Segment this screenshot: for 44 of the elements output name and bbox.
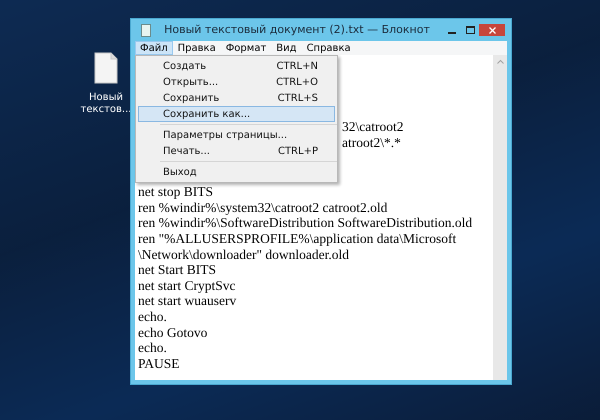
menu-item[interactable]: Сохранить CTRL+S: [138, 90, 335, 106]
text-line: net start CryptSvc: [138, 278, 236, 294]
menu-item-label: Сохранить: [163, 92, 220, 106]
text-line: echo.: [138, 308, 168, 325]
text-file-icon[interactable]: [94, 52, 118, 84]
text-line: ren "%ALLUSERSPROFILE%\application data\Microsoft: [138, 230, 458, 247]
menu-item-label: Открыть...: [163, 76, 220, 90]
menu-item-label: Создать: [163, 60, 208, 74]
text-line: atroot2\*.*: [342, 134, 402, 150]
text-line: net Start BITS: [138, 262, 217, 278]
menu-item[interactable]: Сохранить как...: [138, 106, 335, 122]
text-line: ren %windir%\system32\catroot2 catroot2.old: [138, 200, 388, 216]
text-line: echo.: [138, 340, 168, 356]
menu-item[interactable]: Создать CTRL+N: [138, 58, 335, 74]
menu-item-label: Печать...: [163, 144, 211, 158]
shortcut-label: CTRL+P: [278, 144, 318, 158]
menu-item-label: Параметры страницы...: [163, 128, 288, 142]
menu-bar-item[interactable]: Справка: [302, 41, 356, 55]
text-line: ren %windir%\SoftwareDistribution SoftwareDistribution.old: [138, 215, 474, 231]
menu-bar-item[interactable]: Формат: [220, 41, 272, 55]
menu-item[interactable]: Печать... CTRL+P: [138, 143, 335, 159]
menu-item[interactable]: Открыть... CTRL+O: [138, 74, 335, 90]
text-line: 32\catroot2: [342, 119, 404, 135]
text-line: net stop BITS: [138, 184, 214, 200]
menu-bar-item[interactable]: Файл: [135, 41, 173, 55]
scrollbar[interactable]: [493, 55, 507, 380]
menu-item[interactable]: Параметры страницы...: [138, 127, 335, 143]
text-line: echo Gotovo: [138, 324, 208, 340]
shortcut-label: CTRL+S: [278, 92, 318, 106]
shortcut-label: CTRL+N: [276, 60, 318, 74]
window-title: Новый текстовый документ (2).txt — Блокнот: [163, 22, 431, 38]
desktop-icon-label[interactable]: Новый текстов...: [78, 92, 134, 116]
menu-item[interactable]: Выход: [138, 164, 335, 180]
text-line: \Network\downloader" downloader.old: [138, 246, 350, 262]
menu-item-label: Выход: [163, 166, 198, 180]
close-icon: [488, 26, 496, 34]
notepad-icon[interactable]: [141, 24, 151, 36]
menu-bar-item[interactable]: Вид: [271, 41, 302, 55]
menu-item-label: Сохранить как...: [163, 108, 252, 122]
text-line: net start wuauserv: [138, 293, 238, 309]
menu-bar-item[interactable]: Правка: [172, 41, 221, 55]
close-button[interactable]: [479, 24, 505, 36]
text-line: PAUSE: [138, 356, 181, 372]
shortcut-label: CTRL+O: [276, 76, 318, 90]
